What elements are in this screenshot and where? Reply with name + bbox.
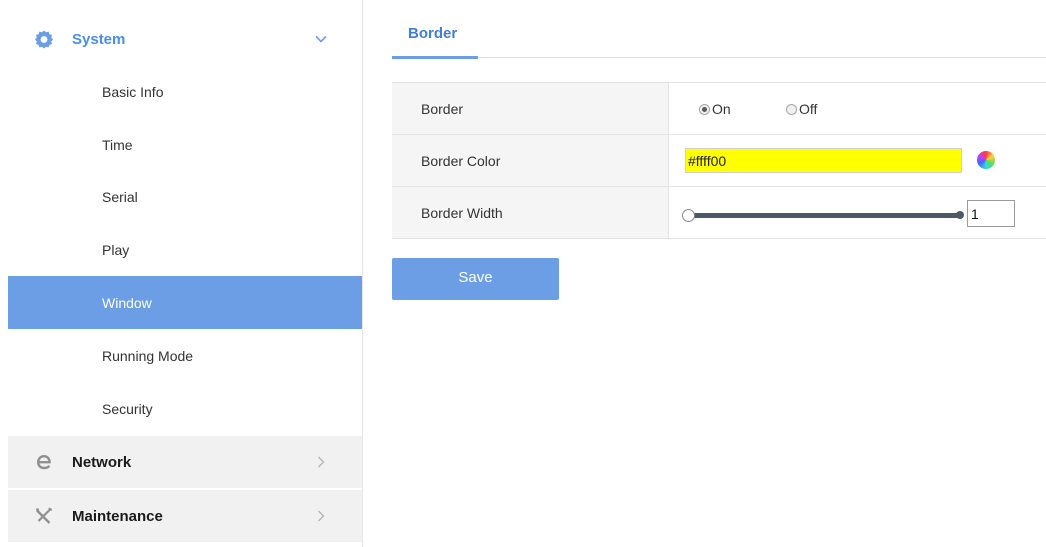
form-label-cell: Border Color [392,135,669,186]
form-value-cell: On Off [669,83,1046,134]
tab-baseline [392,57,1046,58]
border-width-label: Border Width [421,204,503,221]
form-row-border: Border On Off [392,83,1046,135]
tab-border[interactable]: Border [392,22,478,58]
chevron-right-icon[interactable] [314,509,328,523]
sidebar: System Basic Info Time Serial Play Windo… [8,0,362,547]
sidebar-section-network[interactable]: Network [8,436,362,488]
form-label-cell: Border [392,83,669,134]
chevron-down-icon[interactable] [314,32,328,46]
tools-icon [34,506,54,526]
form-row-border-width: Border Width [392,187,1046,239]
sidebar-item-label: Running Mode [102,347,194,364]
radio-checked-icon [699,103,710,115]
border-on-radio[interactable]: On [699,101,731,117]
sidebar-item-basic-info[interactable]: Basic Info [8,65,362,118]
network-e-icon [34,452,54,472]
sidebar-item-label: Time [102,136,133,153]
tab-active-indicator [392,56,478,59]
form-value-cell [669,187,1046,238]
sidebar-item-label: Play [102,241,130,258]
slider-handle[interactable] [682,209,695,222]
sidebar-section-maintenance[interactable]: Maintenance [8,490,362,542]
sidebar-item-running-mode[interactable]: Running Mode [8,329,362,382]
chevron-right-icon[interactable] [314,455,328,469]
border-settings-form: Border On Off Border Color Border Width [392,82,1046,239]
gear-icon [34,29,54,49]
sidebar-section-label: Maintenance [72,507,163,525]
sidebar-item-serial[interactable]: Serial [8,170,362,223]
sidebar-section-label: System [72,30,126,48]
sidebar-section-label: Network [72,453,132,471]
form-row-border-color: Border Color [392,135,1046,187]
radio-label: Off [799,101,818,117]
border-width-input[interactable] [967,200,1015,227]
border-label: Border [421,100,464,117]
sidebar-item-play[interactable]: Play [8,223,362,276]
save-button[interactable]: Save [392,258,559,300]
border-color-input[interactable] [685,148,962,173]
sidebar-divider [362,0,363,547]
sidebar-item-label: Basic Info [102,83,164,100]
color-picker-icon[interactable] [977,151,995,169]
radio-label: On [712,101,731,117]
form-value-cell [669,135,1046,186]
sidebar-item-label: Serial [102,188,138,205]
sidebar-item-label: Window [102,294,152,311]
tab-label: Border [408,25,458,42]
sidebar-item-time[interactable]: Time [8,118,362,171]
sidebar-item-security[interactable]: Security [8,382,362,435]
sidebar-section-system[interactable]: System [8,13,362,65]
radio-unchecked-icon [786,103,797,115]
border-off-radio[interactable]: Off [786,101,817,117]
sidebar-item-label: Security [102,400,153,417]
sidebar-item-window[interactable]: Window [8,276,362,329]
slider-track-end [956,211,964,219]
border-width-slider[interactable] [685,213,959,218]
form-label-cell: Border Width [392,187,669,238]
border-color-label: Border Color [421,152,501,169]
